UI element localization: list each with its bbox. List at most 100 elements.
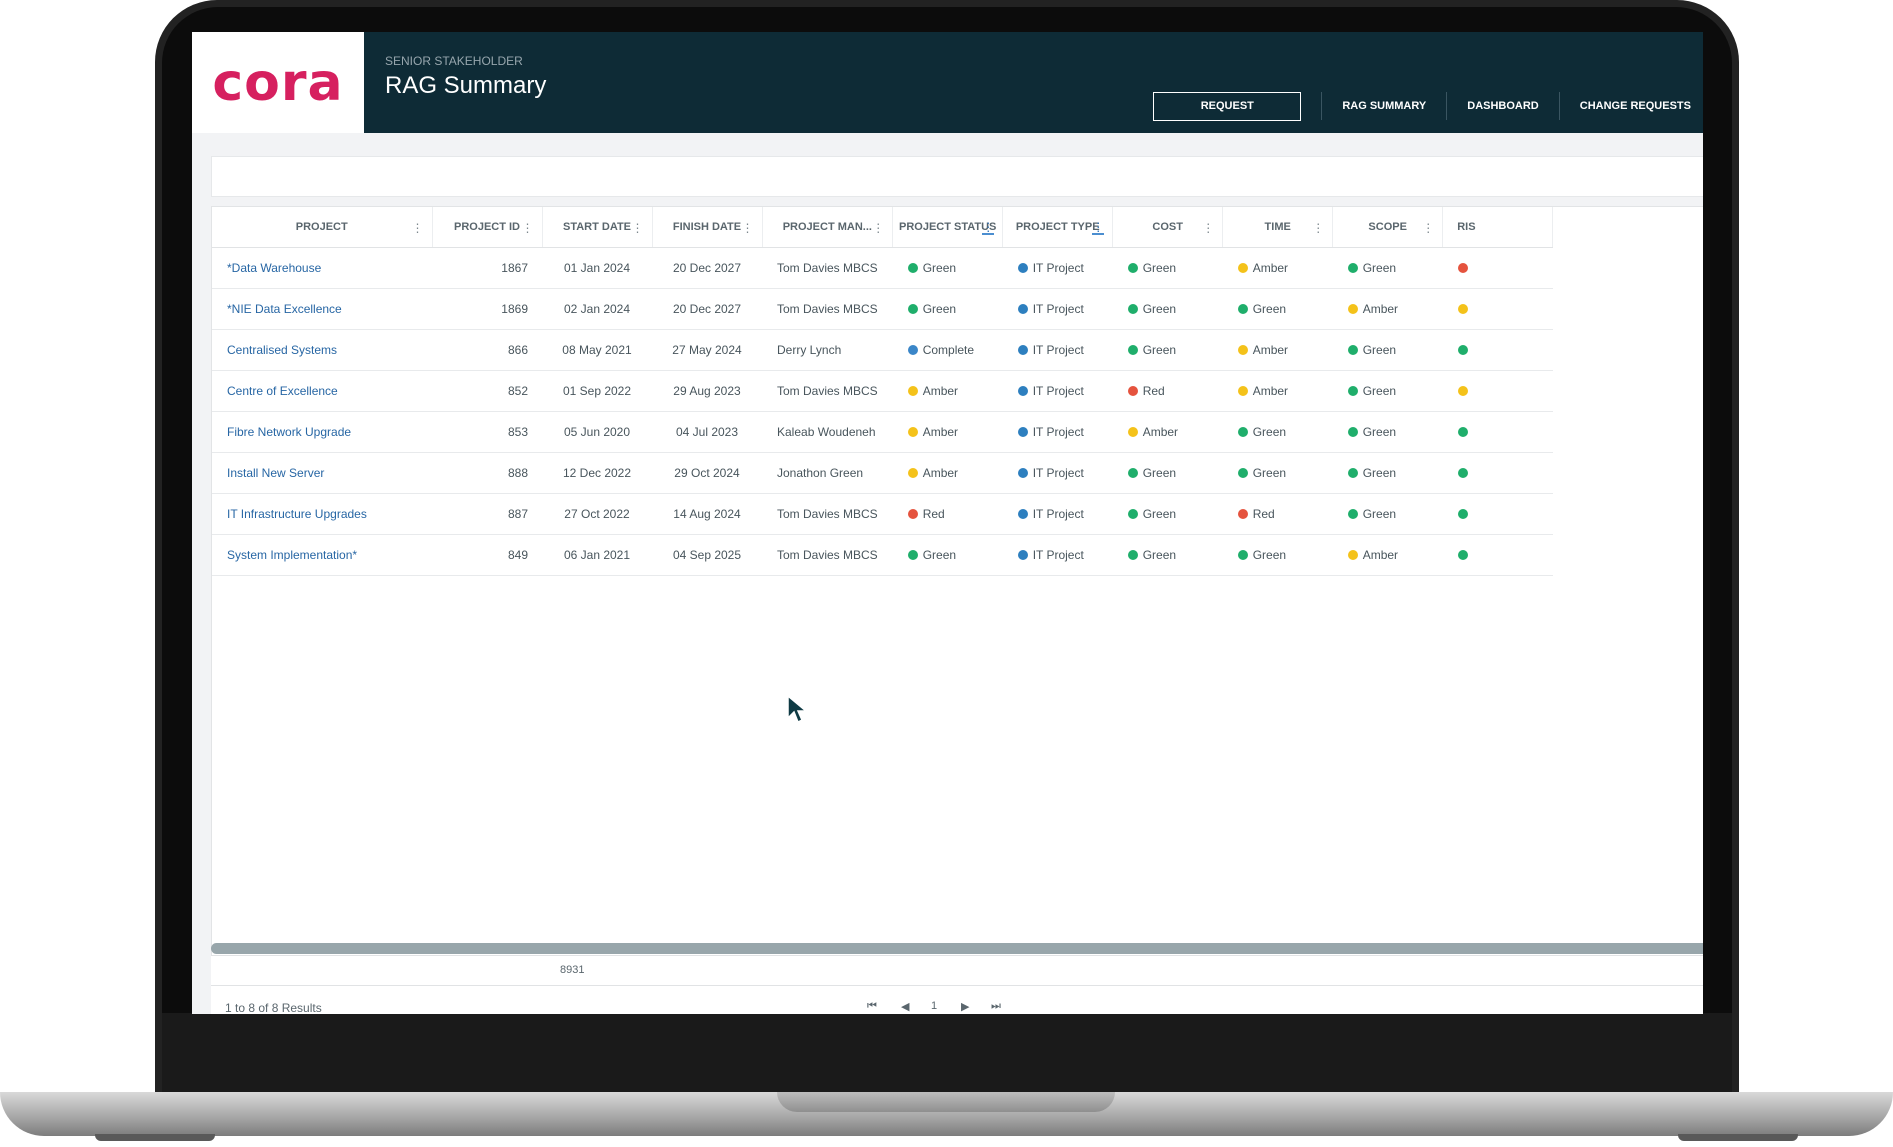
status-dot-icon	[1237, 427, 1248, 437]
column-header[interactable]: TIME ⋮	[1222, 207, 1334, 248]
status-dot-icon	[1237, 345, 1248, 355]
column-menu-icon[interactable]: ⋮	[872, 221, 884, 235]
project-id-cell-text: 887	[507, 507, 528, 521]
scope-cell-text: Green	[1362, 261, 1397, 275]
project-type-cell-text: IT Project	[1032, 302, 1084, 316]
first-page-icon[interactable]: ⏮	[867, 1000, 877, 1013]
project-status-cell: Green	[892, 288, 1003, 330]
project-type-cell-text: IT Project	[1032, 261, 1084, 275]
project-link[interactable]: Centre of Excellence	[212, 370, 432, 412]
table-row[interactable]: IT Infrastructure Upgrades 887 27 Oct 2022…	[212, 493, 1553, 535]
table-row[interactable]: Centre of Excellence 852 01 Sep 2022 29 Aug…	[212, 370, 1553, 412]
column-menu-icon[interactable]: ⋮	[1422, 221, 1434, 235]
project-status-cell: Complete	[892, 329, 1003, 371]
project-link-text[interactable]: Centralised Systems	[227, 343, 337, 357]
column-menu-icon[interactable]: ⋮	[1092, 221, 1105, 235]
column-menu-icon[interactable]: ⋮	[632, 221, 644, 235]
project-link[interactable]: Centralised Systems	[212, 329, 432, 371]
next-page-icon[interactable]: ▶	[961, 1000, 969, 1013]
status-dot-icon	[907, 509, 918, 519]
table-row[interactable]: Centralised Systems 866 08 May 2021 27 May …	[212, 329, 1553, 371]
project-link[interactable]: *Data Warehouse	[212, 247, 432, 289]
project-link[interactable]: Fibre Network Upgrade	[212, 411, 432, 453]
project-link-text[interactable]: Centre of Excellence	[227, 384, 338, 398]
cost-cell-text: Green	[1142, 343, 1177, 357]
last-page-icon[interactable]: ⏭	[991, 1000, 1001, 1013]
column-header[interactable]: SCOPE ⋮	[1332, 207, 1444, 248]
column-header[interactable]: PROJECT MAN... ⋮	[762, 207, 894, 248]
project-link-text[interactable]: IT Infrastructure Upgrades	[227, 507, 367, 521]
column-menu-icon[interactable]: ⋮	[522, 221, 534, 235]
filter-panel	[211, 156, 1703, 197]
project-type-cell: IT Project	[1002, 329, 1113, 371]
table-row[interactable]: System Implementation* 849 06 Jan 2021 04 S…	[212, 534, 1553, 576]
column-menu-icon[interactable]: ⋮	[742, 221, 754, 235]
column-header[interactable]: START DATE ⋮	[542, 207, 653, 248]
start-date-cell-text: 27 Oct 2022	[564, 507, 630, 521]
project-id-cell: 853	[432, 411, 542, 453]
nav-change-requests[interactable]: CHANGE REQUESTS	[1560, 100, 1703, 112]
column-header[interactable]: RIS	[1442, 207, 1554, 248]
column-header[interactable]: PROJECT ID ⋮	[432, 207, 543, 248]
start-date-cell-text: 06 Jan 2021	[563, 548, 631, 562]
project-link-text[interactable]: *NIE Data Excellence	[227, 302, 342, 316]
project-type-cell: IT Project	[1002, 247, 1113, 289]
project-status-cell: Green	[892, 534, 1003, 576]
project-type-cell-text: IT Project	[1032, 548, 1084, 562]
project-link-text[interactable]: *Data Warehouse	[227, 261, 321, 275]
cost-cell: Green	[1112, 288, 1223, 330]
column-header[interactable]: PROJECT STATUS ⋮	[892, 207, 1004, 248]
project-link[interactable]: System Implementation*	[212, 534, 432, 576]
project-type-cell-text: IT Project	[1032, 425, 1084, 439]
project-manager-cell-text: Derry Lynch	[777, 343, 842, 357]
status-dot-icon	[907, 427, 918, 437]
column-menu-icon[interactable]: ⋮	[412, 221, 424, 235]
time-cell-text: Amber	[1252, 384, 1289, 398]
finish-date-cell-text: 20 Dec 2027	[672, 302, 742, 316]
time-cell: Green	[1222, 288, 1333, 330]
column-header[interactable]: PROJECT TYPE ⋮	[1002, 207, 1114, 248]
prev-page-icon[interactable]: ◀	[901, 1000, 909, 1013]
laptop-chin	[162, 1013, 1732, 1095]
status-dot-icon	[1457, 468, 1468, 478]
logo[interactable]: cora	[192, 32, 364, 133]
table-row[interactable]: Fibre Network Upgrade 853 05 Jun 2020 04 Ju…	[212, 411, 1553, 453]
request-button[interactable]: REQUEST	[1153, 91, 1302, 121]
project-status-cell-text: Amber	[922, 466, 959, 480]
nav-rag-summary[interactable]: RAG SUMMARY	[1322, 100, 1446, 112]
time-cell: Green	[1222, 534, 1333, 576]
finish-date-cell: 27 May 2024	[652, 329, 762, 371]
project-link-text[interactable]: Fibre Network Upgrade	[227, 425, 351, 439]
status-dot-icon	[1237, 509, 1248, 519]
time-cell-text: Green	[1252, 548, 1287, 562]
cost-cell-text: Green	[1142, 507, 1177, 521]
nav-dashboard[interactable]: DASHBOARD	[1447, 100, 1559, 112]
project-link-text[interactable]: Install New Server	[227, 466, 324, 480]
scope-cell: Amber	[1332, 288, 1443, 330]
column-menu-icon[interactable]: ⋮	[1202, 221, 1214, 235]
project-manager-cell: Derry Lynch	[762, 329, 893, 371]
project-link[interactable]: *NIE Data Excellence	[212, 288, 432, 330]
status-dot-icon	[907, 550, 918, 560]
status-dot-icon	[1347, 263, 1358, 273]
finish-date-cell: 04 Jul 2023	[652, 411, 762, 453]
project-manager-cell-text: Jonathon Green	[777, 466, 864, 480]
project-link-text[interactable]: System Implementation*	[227, 548, 357, 562]
column-header[interactable]: PROJECT ⋮	[212, 207, 433, 248]
column-header[interactable]: FINISH DATE ⋮	[652, 207, 763, 248]
column-menu-icon[interactable]: ⋮	[982, 221, 995, 235]
horizontal-scrollbar[interactable]	[211, 943, 1703, 954]
status-dot-icon	[1017, 345, 1028, 355]
table-row[interactable]: Install New Server 888 12 Dec 2022 29 Oct 2…	[212, 452, 1553, 494]
column-header[interactable]: COST ⋮	[1112, 207, 1224, 248]
project-link[interactable]: IT Infrastructure Upgrades	[212, 493, 432, 535]
risk-cell	[1442, 247, 1553, 289]
project-manager-cell-text: Tom Davies MBCS	[777, 507, 878, 521]
scope-cell: Green	[1332, 329, 1443, 371]
project-status-cell-text: Red	[922, 507, 945, 521]
column-menu-icon[interactable]: ⋮	[1312, 221, 1324, 235]
project-link[interactable]: Install New Server	[212, 452, 432, 494]
table-row[interactable]: *NIE Data Excellence 1869 02 Jan 2024 20 De…	[212, 288, 1553, 330]
status-dot-icon	[1127, 468, 1138, 478]
table-row[interactable]: *Data Warehouse 1867 01 Jan 2024 20 Dec 202…	[212, 247, 1553, 289]
